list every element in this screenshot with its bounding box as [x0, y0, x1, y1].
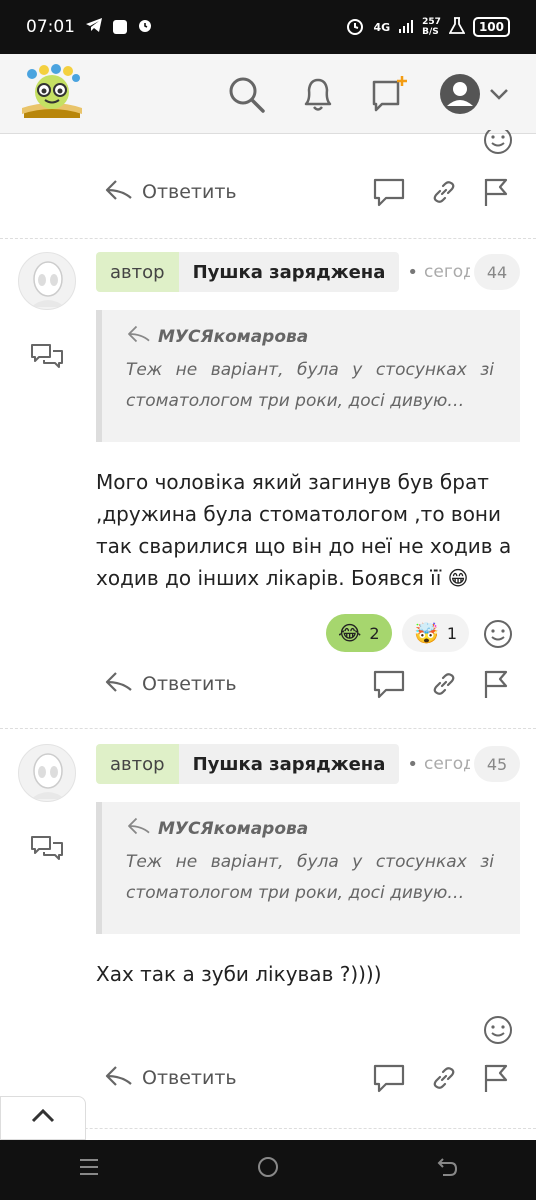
author-name[interactable]: Пушка заряджена: [178, 252, 400, 292]
author-badge: автор: [96, 744, 179, 784]
back-icon[interactable]: [435, 1155, 459, 1186]
quote-text: Теж не варіант, була у стосунках зі стом…: [126, 360, 494, 411]
reaction-emoji: 🤯: [414, 621, 439, 645]
reply-label: Ответить: [142, 181, 237, 203]
search-icon[interactable]: [224, 72, 268, 116]
bell-icon[interactable]: [296, 72, 340, 116]
flag-icon[interactable]: [482, 172, 512, 212]
author-badge: автор: [96, 252, 179, 292]
app-header: [0, 54, 536, 134]
scroll-top-button[interactable]: [0, 1096, 86, 1140]
battery-indicator: 100: [472, 17, 510, 37]
link-icon[interactable]: [430, 664, 458, 704]
reaction-laugh[interactable]: 😂 2: [326, 614, 392, 652]
flask-icon: [448, 16, 466, 38]
comment-time: сегодня: [424, 754, 471, 774]
reaction-count: 1: [446, 623, 458, 643]
smiley-icon[interactable]: [482, 614, 514, 654]
comment-icon[interactable]: [372, 172, 406, 212]
quote-block[interactable]: МУСЯкомарова Теж не варіант, була у стос…: [96, 310, 520, 442]
chat-bubbles-icon[interactable]: [30, 834, 64, 864]
status-time: 07:01: [26, 17, 75, 37]
quote-block[interactable]: МУСЯкомарова Теж не варіант, була у стос…: [96, 802, 520, 934]
chevron-down-icon[interactable]: [486, 72, 512, 116]
telegram-icon: [85, 17, 103, 38]
comment-icon[interactable]: [372, 1058, 406, 1098]
home-icon[interactable]: [256, 1155, 280, 1186]
comment-icon[interactable]: [372, 664, 406, 704]
reply-label: Ответить: [142, 1067, 237, 1089]
smiley-icon[interactable]: [482, 1010, 514, 1050]
reply-arrow-icon: [104, 178, 134, 207]
quote-author: МУСЯкомарова: [158, 818, 309, 839]
alarm-icon: [137, 17, 153, 38]
signal-icon: [398, 18, 414, 37]
comment-divider: [0, 238, 536, 239]
comment-text: Хах так а зуби лікував ?)))): [96, 962, 382, 986]
meta-dot: •: [407, 753, 419, 775]
quote-text: Теж не варіант, була у стосунках зі стом…: [126, 852, 494, 903]
reaction-emoji: 😂: [338, 621, 362, 645]
status-bar: 07:01 4G 257 B/S 100: [0, 0, 536, 54]
reply-label: Ответить: [142, 673, 237, 695]
comment-text: Мого чоловіка який загинув був брат ,дру…: [96, 470, 512, 590]
chevron-up-icon: [29, 1106, 57, 1130]
smiley-icon[interactable]: [482, 130, 514, 156]
link-icon[interactable]: [430, 172, 458, 212]
comment-meta: автор Пушка заряджена • сегодня: [96, 252, 470, 292]
flag-icon[interactable]: [482, 1058, 512, 1098]
reaction-mindblown[interactable]: 🤯 1: [402, 614, 470, 652]
app-square-icon: [113, 20, 127, 34]
quote-author-row: МУСЯкомарова: [126, 816, 494, 841]
quote-author-row: МУСЯкомарова: [126, 324, 494, 349]
network-type: 4G: [373, 20, 391, 34]
link-icon[interactable]: [430, 1058, 458, 1098]
alarm-clock-icon: [345, 16, 365, 39]
comment-meta: автор Пушка заряджена • сегодня: [96, 744, 470, 784]
recent-apps-icon[interactable]: [77, 1155, 101, 1186]
reply-arrow-icon: [126, 816, 152, 841]
flag-icon[interactable]: [482, 664, 512, 704]
reaction-count: 2: [369, 623, 380, 643]
reply-arrow-icon: [104, 670, 134, 699]
reply-arrow-icon: [126, 324, 152, 349]
chat-bubbles-icon[interactable]: [30, 342, 64, 372]
reply-arrow-icon: [104, 1064, 134, 1093]
avatar[interactable]: [18, 252, 76, 310]
reply-button[interactable]: Ответить: [104, 172, 237, 212]
comment-divider: [0, 728, 536, 729]
net-speed: 257 B/S: [422, 17, 441, 37]
system-nav-bar: [0, 1140, 536, 1200]
author-name[interactable]: Пушка заряджена: [178, 744, 400, 784]
avatar[interactable]: [18, 744, 76, 802]
new-chat-icon[interactable]: [368, 72, 412, 116]
user-avatar-icon[interactable]: [438, 72, 480, 116]
comment-time: сегодня: [424, 262, 471, 282]
site-logo[interactable]: [18, 62, 86, 124]
reply-button[interactable]: Ответить: [104, 664, 237, 704]
quote-author: МУСЯкомарова: [158, 326, 309, 347]
meta-dot: •: [407, 261, 419, 283]
comment-number[interactable]: 44: [474, 254, 520, 290]
reply-button[interactable]: Ответить: [104, 1058, 237, 1098]
comment-number[interactable]: 45: [474, 746, 520, 782]
